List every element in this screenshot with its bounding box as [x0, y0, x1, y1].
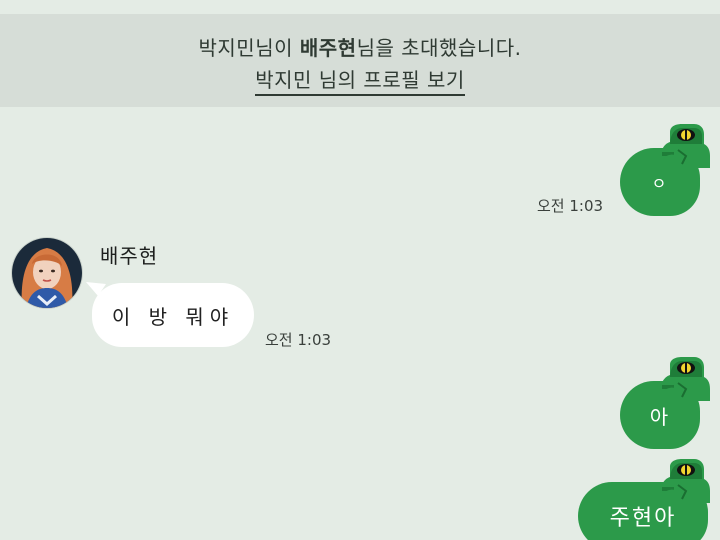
sender-name: 배주현 — [100, 244, 159, 268]
message-time: 오전 1:03 — [537, 197, 604, 215]
message-text: 주현아 — [609, 506, 677, 531]
message-text: 이 방 뭐야 — [111, 304, 235, 329]
message-time: 오전 1:03 — [265, 331, 332, 349]
invitee-name: 배주현 — [299, 36, 357, 60]
invite-suffix: 님을 초대했습니다. — [356, 36, 522, 60]
message-text: 아 — [649, 404, 671, 429]
frog-character-icon — [660, 357, 710, 401]
avatar[interactable] — [12, 238, 82, 308]
inviter-text: 박지민님이 — [198, 36, 293, 60]
invite-notice: 박지민님이 배주현님을 초대했습니다. 박지민 님의 프로필 보기 — [0, 14, 720, 107]
chat-room: 박지민님이 배주현님을 초대했습니다. 박지민 님의 프로필 보기 오전 1:0… — [0, 0, 720, 540]
received-message-bubble[interactable]: 이 방 뭐야 — [92, 283, 254, 347]
frog-character-icon — [660, 459, 710, 503]
view-profile-link[interactable]: 박지민 님의 프로필 보기 — [255, 68, 465, 96]
invite-notice-text: 박지민님이 배주현님을 초대했습니다. — [0, 32, 720, 61]
frog-character-icon — [660, 124, 710, 168]
profile-avatar — [12, 238, 82, 308]
message-text: ㅇ — [651, 174, 669, 193]
